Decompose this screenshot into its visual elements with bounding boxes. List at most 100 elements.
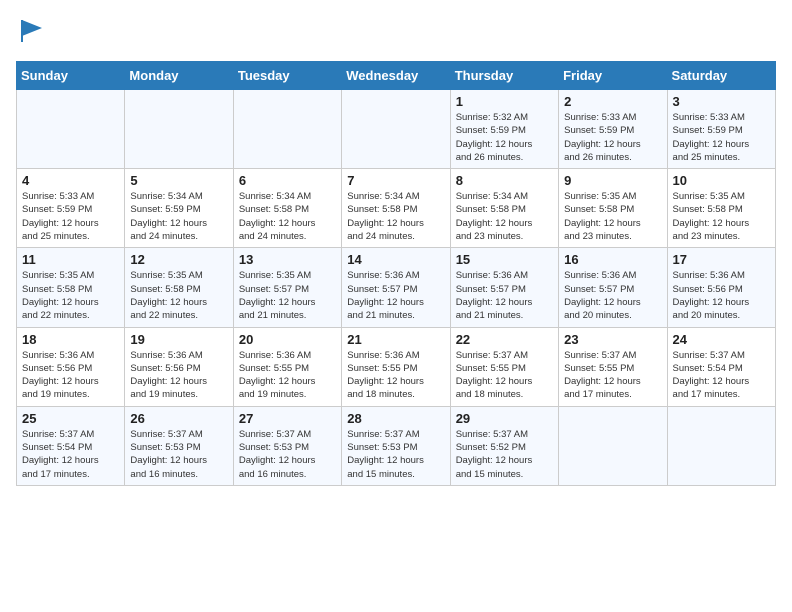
day-number: 15: [456, 252, 553, 267]
day-number: 11: [22, 252, 119, 267]
day-number: 27: [239, 411, 336, 426]
day-number: 10: [673, 173, 770, 188]
calendar-cell: 19 Sunrise: 5:36 AM Sunset: 5:56 PM Dayli…: [125, 327, 233, 406]
weekday-header-thursday: Thursday: [450, 62, 558, 90]
calendar-cell: 9 Sunrise: 5:35 AM Sunset: 5:58 PM Daylig…: [559, 169, 667, 248]
weekday-header-row: SundayMondayTuesdayWednesdayThursdayFrid…: [17, 62, 776, 90]
day-info: Sunrise: 5:34 AM Sunset: 5:58 PM Dayligh…: [239, 190, 336, 243]
calendar-cell: 21 Sunrise: 5:36 AM Sunset: 5:55 PM Dayli…: [342, 327, 450, 406]
day-number: 25: [22, 411, 119, 426]
logo: [16, 16, 46, 49]
calendar-cell: [342, 90, 450, 169]
day-info: Sunrise: 5:37 AM Sunset: 5:54 PM Dayligh…: [22, 428, 119, 481]
calendar-cell: 13Sunrise: 5:35 AM Sunset: 5:57 PM Dayli…: [233, 248, 341, 327]
calendar-cell: 11 Sunrise: 5:35 AM Sunset: 5:58 PM Dayli…: [17, 248, 125, 327]
calendar-cell: 25 Sunrise: 5:37 AM Sunset: 5:54 PM Dayli…: [17, 406, 125, 485]
calendar-cell: 29 Sunrise: 5:37 AM Sunset: 5:52 PM Dayli…: [450, 406, 558, 485]
day-number: 8: [456, 173, 553, 188]
calendar-body: 1 Sunrise: 5:32 AM Sunset: 5:59 PM Daylig…: [17, 90, 776, 486]
calendar-cell: [559, 406, 667, 485]
day-info: Sunrise: 5:36 AM Sunset: 5:56 PM Dayligh…: [22, 349, 119, 402]
day-info: Sunrise: 5:35 AM Sunset: 5:58 PM Dayligh…: [564, 190, 661, 243]
calendar-week-row: 11 Sunrise: 5:35 AM Sunset: 5:58 PM Dayli…: [17, 248, 776, 327]
calendar-cell: 17 Sunrise: 5:36 AM Sunset: 5:56 PM Dayli…: [667, 248, 775, 327]
calendar-cell: 12 Sunrise: 5:35 AM Sunset: 5:58 PM Dayli…: [125, 248, 233, 327]
calendar-table: SundayMondayTuesdayWednesdayThursdayFrid…: [16, 61, 776, 486]
day-info: Sunrise: 5:36 AM Sunset: 5:57 PM Dayligh…: [564, 269, 661, 322]
logo-general: [16, 16, 46, 49]
calendar-week-row: 18 Sunrise: 5:36 AM Sunset: 5:56 PM Dayli…: [17, 327, 776, 406]
weekday-header-saturday: Saturday: [667, 62, 775, 90]
day-number: 3: [673, 94, 770, 109]
day-number: 20: [239, 332, 336, 347]
calendar-cell: [233, 90, 341, 169]
day-info: Sunrise: 5:37 AM Sunset: 5:55 PM Dayligh…: [564, 349, 661, 402]
calendar-cell: 15 Sunrise: 5:36 AM Sunset: 5:57 PM Dayli…: [450, 248, 558, 327]
calendar-cell: [17, 90, 125, 169]
day-info: Sunrise: 5:33 AM Sunset: 5:59 PM Dayligh…: [22, 190, 119, 243]
calendar-cell: 1 Sunrise: 5:32 AM Sunset: 5:59 PM Daylig…: [450, 90, 558, 169]
day-info: Sunrise: 5:33 AM Sunset: 5:59 PM Dayligh…: [564, 111, 661, 164]
calendar-cell: 22 Sunrise: 5:37 AM Sunset: 5:55 PM Dayli…: [450, 327, 558, 406]
day-info: Sunrise: 5:34 AM Sunset: 5:58 PM Dayligh…: [347, 190, 444, 243]
day-number: 16: [564, 252, 661, 267]
calendar-week-row: 1 Sunrise: 5:32 AM Sunset: 5:59 PM Daylig…: [17, 90, 776, 169]
day-number: 6: [239, 173, 336, 188]
page-header: [16, 16, 776, 49]
day-info: Sunrise: 5:37 AM Sunset: 5:53 PM Dayligh…: [239, 428, 336, 481]
day-number: 12: [130, 252, 227, 267]
day-info: Sunrise: 5:37 AM Sunset: 5:52 PM Dayligh…: [456, 428, 553, 481]
day-number: 7: [347, 173, 444, 188]
calendar-cell: 14 Sunrise: 5:36 AM Sunset: 5:57 PM Dayli…: [342, 248, 450, 327]
day-info: Sunrise: 5:35 AM Sunset: 5:58 PM Dayligh…: [130, 269, 227, 322]
day-number: 21: [347, 332, 444, 347]
calendar-cell: 8Sunrise: 5:34 AM Sunset: 5:58 PM Daylig…: [450, 169, 558, 248]
calendar-cell: 5Sunrise: 5:34 AM Sunset: 5:59 PM Daylig…: [125, 169, 233, 248]
calendar-cell: 26 Sunrise: 5:37 AM Sunset: 5:53 PM Dayli…: [125, 406, 233, 485]
day-number: 29: [456, 411, 553, 426]
day-number: 4: [22, 173, 119, 188]
day-info: Sunrise: 5:37 AM Sunset: 5:53 PM Dayligh…: [347, 428, 444, 481]
day-number: 2: [564, 94, 661, 109]
logo-flag-icon: [18, 16, 46, 44]
calendar-cell: 7 Sunrise: 5:34 AM Sunset: 5:58 PM Daylig…: [342, 169, 450, 248]
day-number: 19: [130, 332, 227, 347]
day-info: Sunrise: 5:35 AM Sunset: 5:58 PM Dayligh…: [673, 190, 770, 243]
day-info: Sunrise: 5:35 AM Sunset: 5:57 PM Dayligh…: [239, 269, 336, 322]
day-info: Sunrise: 5:36 AM Sunset: 5:57 PM Dayligh…: [456, 269, 553, 322]
weekday-header-sunday: Sunday: [17, 62, 125, 90]
calendar-cell: 2 Sunrise: 5:33 AM Sunset: 5:59 PM Daylig…: [559, 90, 667, 169]
day-number: 5: [130, 173, 227, 188]
day-number: 22: [456, 332, 553, 347]
day-number: 24: [673, 332, 770, 347]
day-info: Sunrise: 5:36 AM Sunset: 5:55 PM Dayligh…: [347, 349, 444, 402]
calendar-cell: 6 Sunrise: 5:34 AM Sunset: 5:58 PM Daylig…: [233, 169, 341, 248]
day-number: 14: [347, 252, 444, 267]
day-number: 23: [564, 332, 661, 347]
day-info: Sunrise: 5:36 AM Sunset: 5:56 PM Dayligh…: [130, 349, 227, 402]
day-number: 9: [564, 173, 661, 188]
day-info: Sunrise: 5:37 AM Sunset: 5:53 PM Dayligh…: [130, 428, 227, 481]
weekday-header-wednesday: Wednesday: [342, 62, 450, 90]
calendar-cell: [667, 406, 775, 485]
day-number: 1: [456, 94, 553, 109]
day-number: 26: [130, 411, 227, 426]
weekday-header-tuesday: Tuesday: [233, 62, 341, 90]
calendar-cell: 24Sunrise: 5:37 AM Sunset: 5:54 PM Dayli…: [667, 327, 775, 406]
calendar-cell: 10 Sunrise: 5:35 AM Sunset: 5:58 PM Dayli…: [667, 169, 775, 248]
day-number: 17: [673, 252, 770, 267]
day-info: Sunrise: 5:35 AM Sunset: 5:58 PM Dayligh…: [22, 269, 119, 322]
day-info: Sunrise: 5:36 AM Sunset: 5:56 PM Dayligh…: [673, 269, 770, 322]
weekday-header-friday: Friday: [559, 62, 667, 90]
day-info: Sunrise: 5:36 AM Sunset: 5:57 PM Dayligh…: [347, 269, 444, 322]
weekday-header-monday: Monday: [125, 62, 233, 90]
day-number: 18: [22, 332, 119, 347]
day-info: Sunrise: 5:32 AM Sunset: 5:59 PM Dayligh…: [456, 111, 553, 164]
calendar-week-row: 4 Sunrise: 5:33 AM Sunset: 5:59 PM Daylig…: [17, 169, 776, 248]
day-info: Sunrise: 5:37 AM Sunset: 5:55 PM Dayligh…: [456, 349, 553, 402]
day-info: Sunrise: 5:36 AM Sunset: 5:55 PM Dayligh…: [239, 349, 336, 402]
day-info: Sunrise: 5:33 AM Sunset: 5:59 PM Dayligh…: [673, 111, 770, 164]
calendar-cell: 18 Sunrise: 5:36 AM Sunset: 5:56 PM Dayli…: [17, 327, 125, 406]
calendar-cell: 3 Sunrise: 5:33 AM Sunset: 5:59 PM Daylig…: [667, 90, 775, 169]
calendar-cell: 20 Sunrise: 5:36 AM Sunset: 5:55 PM Dayli…: [233, 327, 341, 406]
